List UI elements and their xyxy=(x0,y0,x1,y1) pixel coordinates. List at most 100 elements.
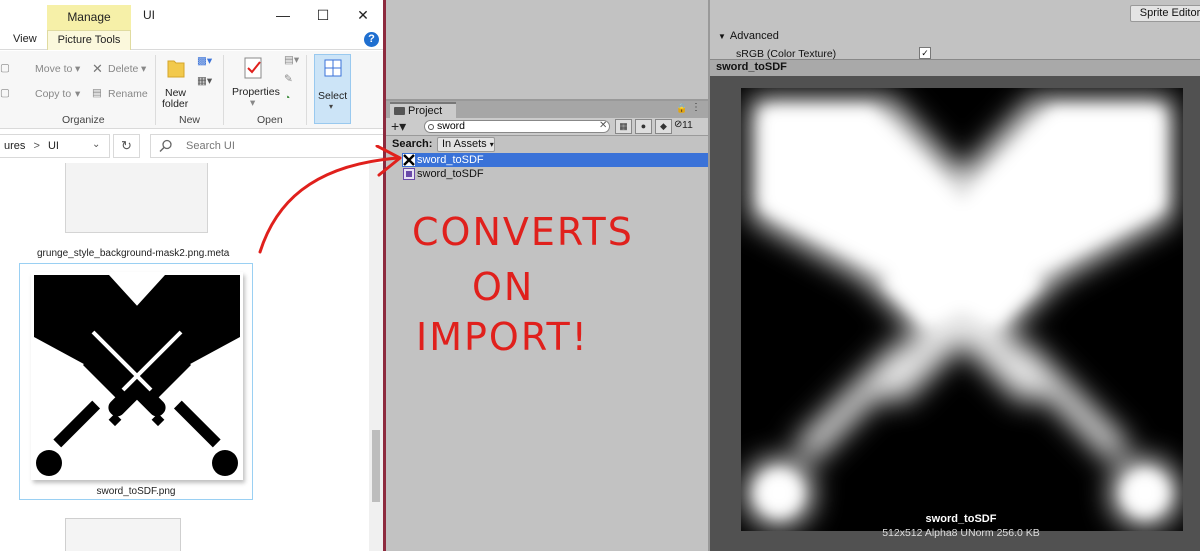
preview-texture-info: 512x512 Alpha8 UNorm 256.0 KB xyxy=(882,527,1040,539)
tab-project[interactable]: Project xyxy=(390,102,456,118)
asset-item[interactable]: sword_toSDF xyxy=(402,167,708,181)
screen: Manage UI — ☐ ✕ View Picture Tools ? ▢ M… xyxy=(0,0,1200,551)
properties-button[interactable]: Properties xyxy=(232,86,280,98)
project-search-input[interactable]: sword ✕ xyxy=(424,120,610,133)
file-label: sword_toSDF.png xyxy=(96,486,176,497)
crossed-swords-icon xyxy=(34,275,240,476)
tab-picture-tools[interactable]: Picture Tools xyxy=(47,30,131,50)
properties-icon xyxy=(244,57,262,79)
rename-button[interactable]: Rename xyxy=(108,88,148,100)
new-folder-icon xyxy=(167,60,185,78)
group-label-new: New xyxy=(179,114,201,126)
search-icon xyxy=(159,139,172,152)
menu-icon[interactable]: ⋮ xyxy=(691,102,701,113)
help-icon[interactable]: ? xyxy=(364,32,379,47)
foldout-arrow-icon: ▼ xyxy=(718,32,726,41)
annotation-text: CONVERTS xyxy=(412,210,634,254)
refresh-icon: ↻ xyxy=(121,138,132,153)
edit-icon[interactable]: ✎ xyxy=(284,73,293,85)
advanced-label: Advanced xyxy=(729,30,779,42)
hidden-count: 11 xyxy=(682,119,693,131)
select-button[interactable]: Select ▾ xyxy=(314,54,351,124)
close-icon[interactable]: ✕ xyxy=(343,4,383,28)
address-bar[interactable]: ures > UI ⌄ xyxy=(0,134,110,158)
project-search-value: sword xyxy=(437,120,466,132)
asset-label: sword_toSDF xyxy=(417,154,484,166)
breadcrumb-parent[interactable]: ures xyxy=(4,140,25,152)
asset-label: sword_toSDF xyxy=(417,168,484,180)
refresh-button[interactable]: ↻ xyxy=(113,134,140,158)
ribbon-tabs: View Picture Tools ? xyxy=(0,30,383,50)
rename-icon: ▤ xyxy=(92,87,102,99)
delete-button[interactable]: Delete xyxy=(108,63,138,75)
group-label-organize: Organize xyxy=(62,114,105,126)
sdf-preview-image xyxy=(741,88,1183,531)
chevron-down-icon: ▾ xyxy=(75,88,81,100)
title-bar: Manage UI — ☐ ✕ xyxy=(0,0,383,30)
select-icon xyxy=(324,59,342,77)
breadcrumb-current[interactable]: UI xyxy=(48,140,59,152)
texture-preview: sword_toSDF 512x512 Alpha8 UNorm 256.0 K… xyxy=(710,76,1200,551)
chevron-down-icon: ▾ xyxy=(250,97,256,109)
history-icon[interactable]: ◔ xyxy=(284,92,290,104)
annotation-text: ON xyxy=(472,265,535,309)
scrollbar-thumb[interactable] xyxy=(372,430,380,502)
file-item-selected[interactable]: sword_toSDF.png xyxy=(19,263,253,500)
sprite-editor-button[interactable]: Sprite Editor xyxy=(1130,5,1200,22)
inspector-window: Sprite Editor ▼ Advanced sRGB (Color Text… xyxy=(710,0,1200,551)
select-label: Select xyxy=(318,90,348,102)
search-type-icon: ▦ xyxy=(619,121,628,131)
sword-image-thumbnail xyxy=(31,272,243,480)
advanced-foldout[interactable]: ▼ Advanced xyxy=(718,30,779,42)
open-icon[interactable]: ▤▾ xyxy=(284,54,299,66)
move-to-icon: ▢ xyxy=(0,62,10,74)
label-icon: ◆ xyxy=(660,121,667,131)
search-scope-dropdown[interactable]: In Assets ▾ xyxy=(437,137,495,152)
preview-header: sword_toSDF xyxy=(710,59,1200,76)
new-folder-label-2: folder xyxy=(162,98,189,110)
lock-icon[interactable]: 🔒 xyxy=(676,103,687,114)
search-scope-row: Search: In Assets ▾ xyxy=(386,137,708,153)
file-thumbnail[interactable] xyxy=(65,163,208,233)
chevron-down-icon[interactable]: ⌄ xyxy=(92,139,100,150)
chevron-down-icon: ▾ xyxy=(141,63,147,75)
search-by-type-filter-button[interactable]: ● xyxy=(635,119,652,134)
chevron-down-icon: ▾ xyxy=(329,102,334,111)
manage-tab[interactable]: Manage xyxy=(47,5,131,30)
search-by-type-button[interactable]: ▦ xyxy=(615,119,632,134)
search-placeholder: Search UI xyxy=(186,140,235,152)
ribbon-divider xyxy=(306,55,307,125)
ribbon: ▢ Move to ▾ ▢ Copy to ▾ ✕ Delete ▾ ▤ Ren… xyxy=(0,51,383,129)
file-thumbnail[interactable] xyxy=(65,518,181,551)
minimize-icon[interactable]: — xyxy=(263,4,303,28)
asset-item[interactable]: sword_toSDF xyxy=(402,153,708,167)
chevron-down-icon: ▾ xyxy=(489,140,494,149)
clear-icon[interactable]: ✕ xyxy=(599,120,607,131)
window-title: UI xyxy=(143,8,155,22)
project-toolbar: +▾ sword ✕ ▦ ● ◆ ⊘ 11 xyxy=(386,118,708,136)
project-tab-bar: Project 🔒 ⋮ xyxy=(386,101,708,118)
tab-view[interactable]: View xyxy=(9,30,41,50)
srgb-checkbox[interactable]: ✓ xyxy=(919,47,931,59)
annotation-arrow-icon xyxy=(258,145,402,254)
chevron-down-icon: ▾ xyxy=(75,63,81,75)
easy-access-icon[interactable]: ▦▾ xyxy=(197,75,212,87)
create-button[interactable]: +▾ xyxy=(391,118,406,134)
breadcrumb-separator: > xyxy=(33,140,40,152)
sdf-swords-icon xyxy=(745,98,1179,527)
copy-to-button[interactable]: Copy to xyxy=(35,88,71,100)
move-to-button[interactable]: Move to xyxy=(35,63,72,75)
folder-icon xyxy=(394,107,405,115)
group-label-open: Open xyxy=(257,114,283,126)
search-scope-value: In Assets xyxy=(442,138,487,150)
search-by-label-button[interactable]: ◆ xyxy=(655,119,672,134)
preview-texture-name: sword_toSDF xyxy=(925,513,997,525)
preview-title: sword_toSDF xyxy=(716,61,787,73)
file-label[interactable]: grunge_style_background-mask2.png.meta xyxy=(37,248,229,259)
maximize-icon[interactable]: ☐ xyxy=(303,4,343,28)
breadcrumb: ures > UI xyxy=(4,140,59,152)
filter-icon: ● xyxy=(640,121,647,131)
new-item-icon[interactable]: ▩▾ xyxy=(197,55,212,67)
delete-icon: ✕ xyxy=(92,61,103,76)
file-explorer-window: Manage UI — ☐ ✕ View Picture Tools ? ▢ M… xyxy=(0,0,386,551)
